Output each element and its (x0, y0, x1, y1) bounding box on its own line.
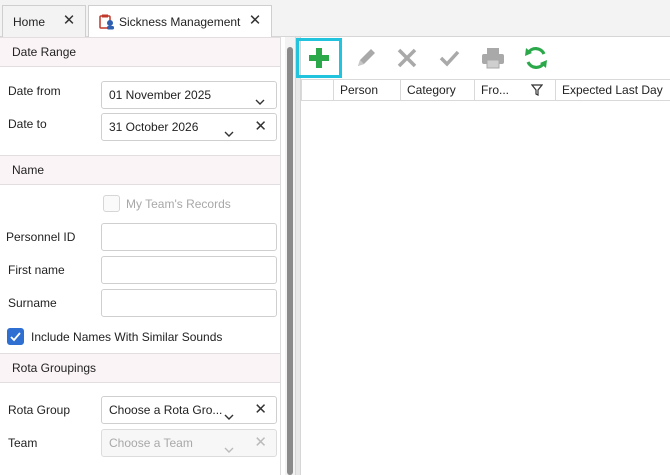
tab-strip: Home ✕ Sickness Management ✕ (0, 0, 670, 38)
plus-icon (309, 48, 329, 68)
include-similar-checkbox[interactable] (7, 328, 24, 345)
personnel-id-label: Personnel ID (6, 230, 76, 244)
tab-home[interactable]: Home ✕ (2, 5, 86, 37)
clear-icon[interactable]: ✕ (254, 114, 267, 140)
date-from-field[interactable]: 01 November 2025 (101, 81, 277, 109)
team-label: Team (8, 436, 38, 450)
chevron-down-icon[interactable] (254, 90, 266, 105)
pencil-icon (358, 49, 375, 66)
include-similar-label: Include Names With Similar Sounds (31, 330, 223, 344)
filter-panel: Date Range Date from 01 November 2025 Da… (0, 37, 281, 475)
section-header-date-range: Date Range (0, 37, 280, 67)
sickness-management-icon (99, 14, 115, 30)
my-team-records-label: My Team's Records (126, 197, 231, 211)
chevron-down-icon[interactable] (223, 405, 235, 420)
first-name-field[interactable] (101, 256, 277, 284)
date-to-field[interactable]: 31 October 2026 ✕ (101, 113, 277, 141)
my-team-records-checkbox[interactable] (103, 195, 120, 212)
date-from-value: 01 November 2025 (109, 88, 212, 102)
clear-icon: ✕ (254, 434, 267, 451)
filter-icon[interactable] (522, 80, 555, 101)
column-header-category[interactable]: Category (400, 80, 474, 101)
rota-group-placeholder: Choose a Rota Gro... (109, 403, 223, 417)
edit-button[interactable] (347, 40, 385, 76)
refresh-icon (525, 47, 547, 69)
check-icon (439, 50, 460, 67)
x-icon (397, 48, 417, 68)
close-icon[interactable]: ✕ (247, 13, 263, 29)
team-placeholder: Choose a Team (109, 436, 193, 450)
toolbar (296, 37, 670, 79)
grid-row-selector-header (301, 80, 333, 101)
check-icon (10, 332, 21, 342)
grid-body[interactable] (301, 101, 670, 475)
refresh-button[interactable] (517, 40, 555, 76)
surname-label: Surname (8, 296, 57, 310)
printer-icon (482, 48, 504, 69)
scrollbar-thumb[interactable] (287, 47, 293, 475)
chevron-down-icon[interactable] (223, 122, 235, 137)
date-to-value: 31 October 2026 (109, 120, 199, 134)
team-select[interactable]: Choose a Team ✕ (101, 429, 277, 457)
confirm-button[interactable] (430, 40, 468, 76)
add-button[interactable] (296, 38, 342, 78)
rota-group-label: Rota Group (8, 403, 71, 417)
section-header-rota-groupings: Rota Groupings (0, 353, 280, 383)
column-header-person[interactable]: Person (333, 80, 400, 101)
section-header-name: Name (0, 155, 280, 185)
filter-panel-scrollbar[interactable] (285, 37, 295, 475)
column-header-from[interactable]: Fro... (474, 80, 522, 101)
personnel-id-field[interactable] (101, 223, 277, 251)
date-to-label: Date to (8, 117, 47, 131)
surname-field[interactable] (101, 289, 277, 317)
print-button[interactable] (474, 40, 512, 76)
first-name-label: First name (8, 263, 65, 277)
date-from-label: Date from (8, 84, 61, 98)
tab-sickness-management-label: Sickness Management (119, 15, 241, 29)
tab-home-label: Home (13, 14, 46, 29)
delete-button[interactable] (388, 40, 426, 76)
grid-header: Person Category Fro... Expected Last Day (301, 79, 670, 101)
clear-icon[interactable]: ✕ (254, 397, 267, 423)
tab-sickness-management[interactable]: Sickness Management ✕ (88, 5, 272, 38)
close-icon[interactable]: ✕ (61, 13, 77, 29)
column-header-expected-last-day[interactable]: Expected Last Day (555, 80, 670, 101)
chevron-down-icon (223, 438, 235, 453)
rota-group-select[interactable]: Choose a Rota Gro... ✕ (101, 396, 277, 424)
